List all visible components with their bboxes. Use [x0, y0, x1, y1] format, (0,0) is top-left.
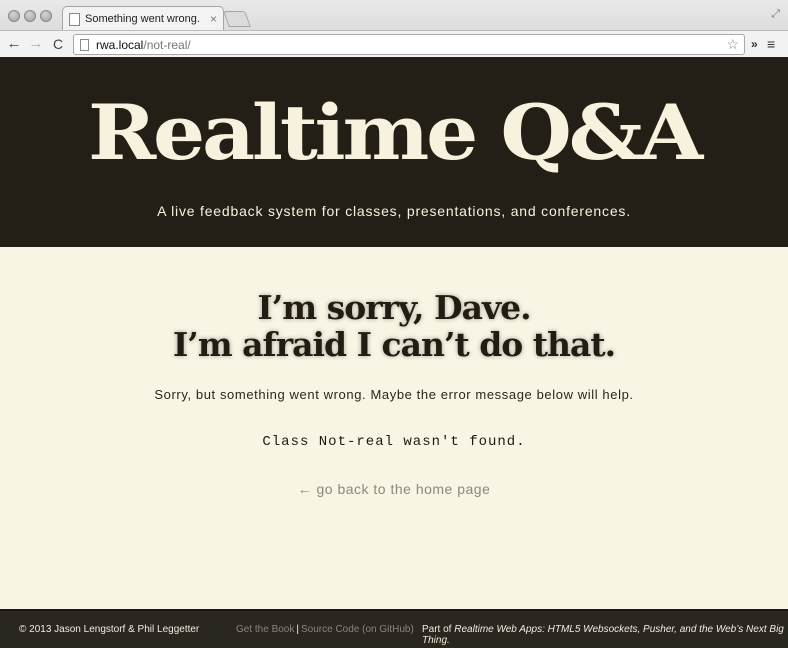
browser-toolbar: ← → C rwa.local /not-real/ ☆ » ≡: [0, 30, 788, 57]
fullscreen-icon[interactable]: ⤢: [771, 8, 780, 21]
main-content: I’m sorry, Dave. I’m afraid I can’t do t…: [0, 247, 788, 609]
site-title[interactable]: Realtime Q&A: [0, 95, 788, 171]
url-host: rwa.local: [96, 37, 144, 52]
footer-copyright: © 2013 Jason Lengstorf & Phil Leggetter: [19, 624, 200, 635]
site-tagline: A live feedback system for classes, pres…: [157, 203, 631, 219]
tab-close-icon[interactable]: ×: [210, 12, 217, 26]
site-header: Realtime Q&A A live feedback system for …: [0, 57, 788, 247]
error-heading: I’m sorry, Dave. I’m afraid I can’t do t…: [0, 289, 788, 363]
url-path: /not-real/: [143, 37, 191, 52]
get-the-book-link[interactable]: Get the Book: [236, 624, 294, 635]
browser-chrome: Something went wrong. × ⤢ ← → C rwa.loca…: [0, 0, 788, 57]
error-heading-line-2: I’m afraid I can’t do that.: [172, 325, 616, 364]
footer-part-of: Part of Realtime Web Apps: HTML5 Websock…: [422, 624, 788, 646]
footer-part-of-prefix: Part of: [422, 624, 455, 635]
home-page-link[interactable]: ← go back to the home page: [0, 481, 788, 497]
browser-tab[interactable]: Something went wrong. ×: [62, 6, 224, 31]
minimize-window-button[interactable]: [24, 10, 36, 22]
extensions-chevron-icon[interactable]: »: [751, 37, 758, 51]
error-intro: Sorry, but something went wrong. Maybe t…: [154, 387, 634, 402]
forward-button[interactable]: →: [28, 35, 44, 53]
back-button[interactable]: ←: [6, 35, 22, 53]
error-message: Class Not-real wasn't found.: [262, 434, 526, 450]
reload-button[interactable]: C: [50, 35, 66, 53]
bookmark-star-icon[interactable]: ☆: [726, 36, 739, 53]
footer-links: Get the Book | Source Code (on GitHub): [236, 624, 414, 635]
error-heading-line-1: I’m sorry, Dave.: [257, 288, 531, 327]
new-tab-button[interactable]: [223, 11, 251, 27]
address-bar[interactable]: rwa.local /not-real/ ☆: [73, 34, 745, 55]
source-code-link[interactable]: Source Code (on GitHub): [301, 624, 414, 635]
close-window-button[interactable]: [8, 10, 20, 22]
zoom-window-button[interactable]: [40, 10, 52, 22]
footer-link-separator: |: [296, 624, 299, 635]
footer-book-title: Realtime Web Apps: HTML5 Websockets, Pus…: [422, 624, 784, 646]
menu-icon[interactable]: ≡: [767, 36, 775, 52]
page-icon: [80, 38, 89, 51]
tab-strip: Something went wrong. × ⤢: [0, 0, 788, 31]
tab-title: Something went wrong.: [85, 13, 200, 25]
page-icon: [69, 12, 80, 26]
site-footer: © 2013 Jason Lengstorf & Phil Leggetter …: [0, 609, 788, 648]
